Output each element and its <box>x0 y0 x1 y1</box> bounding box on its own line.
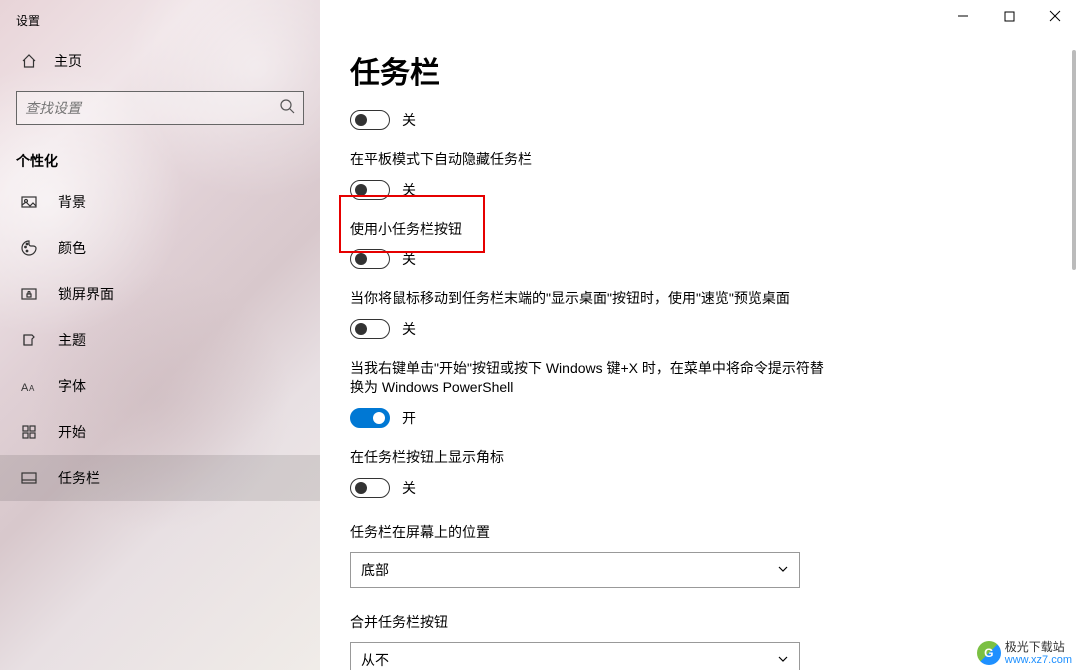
watermark-text: 极光下载站 <box>1005 641 1072 654</box>
watermark-url: www.xz7.com <box>1005 654 1072 666</box>
taskbar-icon <box>20 469 38 487</box>
sidebar-item-label: 锁屏界面 <box>58 284 114 304</box>
sidebar-item-fonts[interactable]: AA 字体 <box>0 363 320 409</box>
toggle-tablet-autohide[interactable] <box>350 180 390 200</box>
setting-label-tablet-autohide: 在平板模式下自动隐藏任务栏 <box>350 150 830 170</box>
toggle-state: 关 <box>402 110 416 130</box>
search-box[interactable] <box>16 91 304 125</box>
label-position: 任务栏在屏幕上的位置 <box>350 522 1048 542</box>
lockscreen-icon <box>20 285 38 303</box>
app-title: 设置 <box>0 8 320 41</box>
home-label: 主页 <box>54 51 82 71</box>
toggle-peek[interactable] <box>350 319 390 339</box>
search-icon <box>279 98 295 119</box>
sidebar-item-label: 字体 <box>58 376 86 396</box>
toggle-powershell[interactable] <box>350 408 390 428</box>
svg-text:A: A <box>29 384 35 393</box>
chevron-down-icon <box>777 562 789 578</box>
sidebar-item-colors[interactable]: 颜色 <box>0 225 320 271</box>
toggle-badges[interactable] <box>350 478 390 498</box>
watermark-logo-icon: G <box>977 641 1001 665</box>
picture-icon <box>20 193 38 211</box>
setting-label-powershell: 当我右键单击"开始"按钮或按下 Windows 键+X 时，在菜单中将命令提示符… <box>350 359 830 398</box>
home-nav[interactable]: 主页 <box>0 41 320 81</box>
toggle-state: 关 <box>402 249 416 269</box>
dropdown-position[interactable]: 底部 <box>350 552 800 588</box>
sidebar-item-taskbar[interactable]: 任务栏 <box>0 455 320 501</box>
sidebar-item-label: 主题 <box>58 330 86 350</box>
start-icon <box>20 423 38 441</box>
sidebar-item-background[interactable]: 背景 <box>0 179 320 225</box>
dropdown-combine[interactable]: 从不 <box>350 642 800 670</box>
sidebar-item-label: 背景 <box>58 192 86 212</box>
setting-label-badges: 在任务栏按钮上显示角标 <box>350 448 830 468</box>
sidebar-item-start[interactable]: 开始 <box>0 409 320 455</box>
watermark: G 极光下载站 www.xz7.com <box>977 641 1072 666</box>
main-content: 任务栏 关 在平板模式下自动隐藏任务栏 关 使用小任务栏按钮 关 当你将鼠标移动… <box>320 0 1078 670</box>
toggle-state: 关 <box>402 478 416 498</box>
setting-label-small-buttons: 使用小任务栏按钮 <box>350 220 830 240</box>
font-icon: AA <box>20 377 38 395</box>
sidebar-item-lockscreen[interactable]: 锁屏界面 <box>0 271 320 317</box>
sidebar-item-label: 开始 <box>58 422 86 442</box>
palette-icon <box>20 239 38 257</box>
close-button[interactable] <box>1032 0 1078 32</box>
toggle-small-buttons[interactable] <box>350 249 390 269</box>
sidebar-item-label: 颜色 <box>58 238 86 258</box>
page-title: 任务栏 <box>350 48 1048 92</box>
sidebar-item-label: 任务栏 <box>58 468 100 488</box>
home-icon <box>20 52 38 70</box>
dropdown-value: 从不 <box>361 650 389 670</box>
chevron-down-icon <box>777 652 789 668</box>
setting-label-peek: 当你将鼠标移动到任务栏末端的"显示桌面"按钮时，使用"速览"预览桌面 <box>350 289 830 309</box>
maximize-button[interactable] <box>986 0 1032 32</box>
toggle-state: 开 <box>402 408 416 428</box>
search-input[interactable] <box>25 100 279 116</box>
label-combine: 合并任务栏按钮 <box>350 612 1048 632</box>
section-title: 个性化 <box>0 135 320 179</box>
toggle-state: 关 <box>402 319 416 339</box>
sidebar-item-themes[interactable]: 主题 <box>0 317 320 363</box>
theme-icon <box>20 331 38 349</box>
dropdown-value: 底部 <box>361 560 389 580</box>
toggle-unknown-top[interactable] <box>350 110 390 130</box>
svg-text:A: A <box>21 382 29 393</box>
toggle-state: 关 <box>402 180 416 200</box>
scrollbar-thumb[interactable] <box>1072 50 1076 270</box>
minimize-button[interactable] <box>940 0 986 32</box>
